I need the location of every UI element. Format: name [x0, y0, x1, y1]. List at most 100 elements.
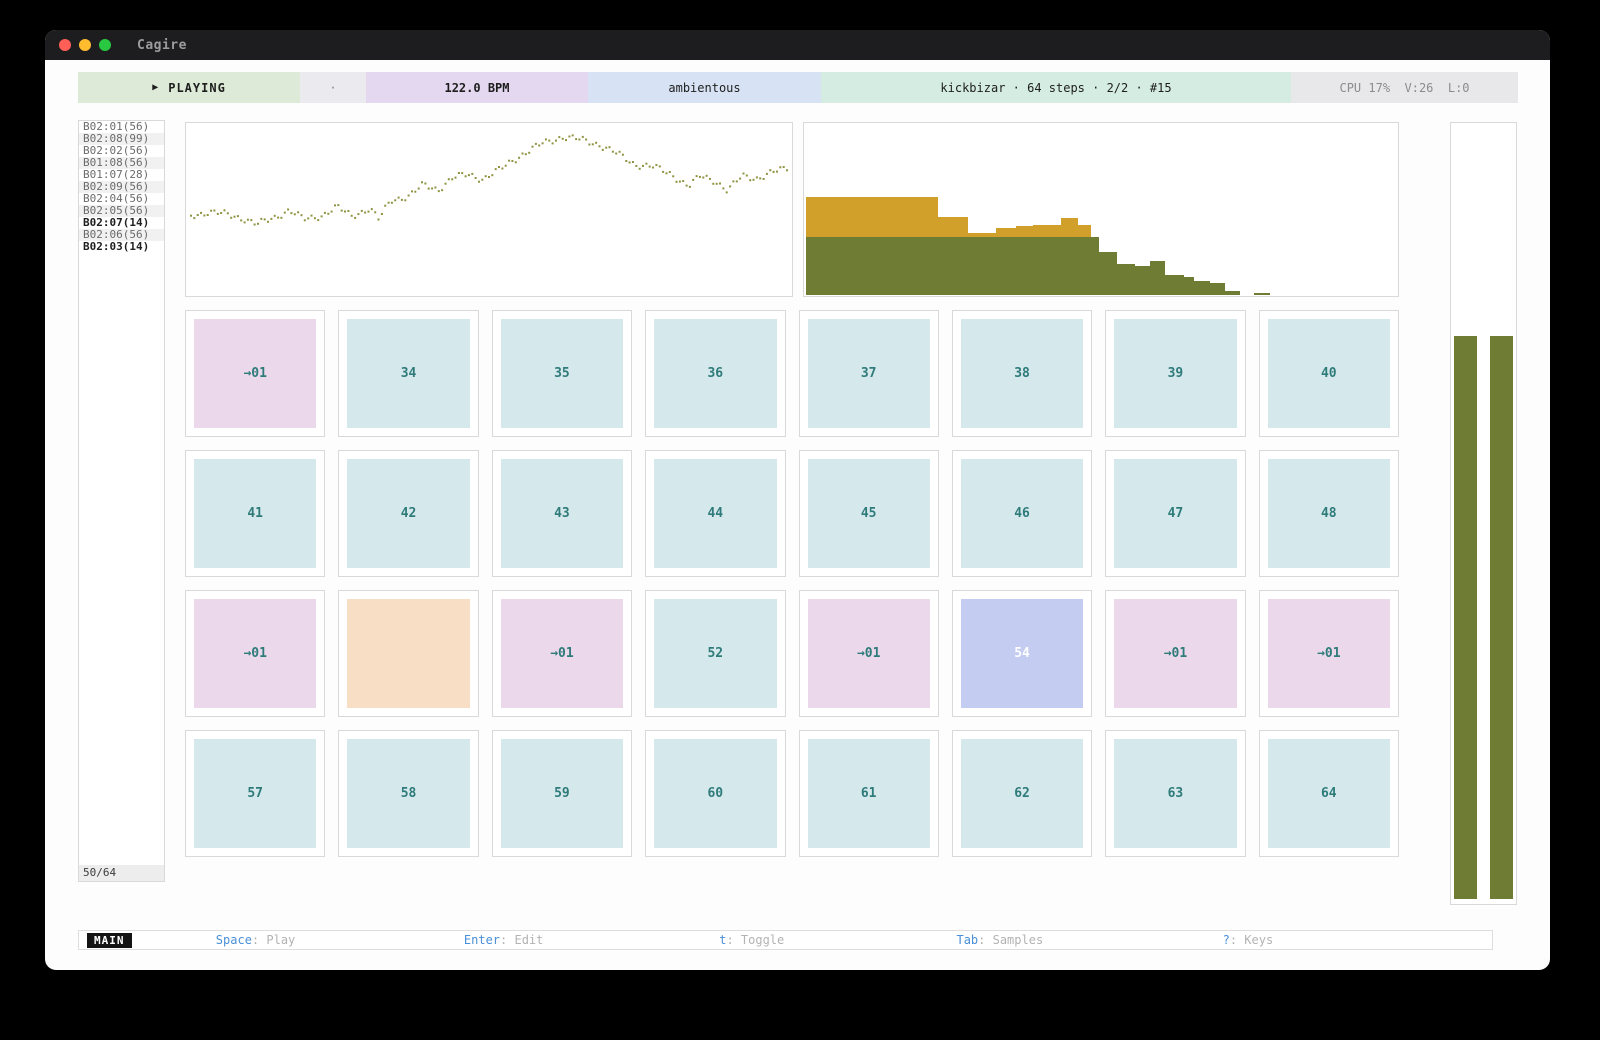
pad-cell-63[interactable]: 63: [1105, 730, 1245, 857]
pad-cell-35[interactable]: 35: [492, 310, 632, 437]
spectrum-bar: [996, 122, 1016, 295]
mode-badge: MAIN: [87, 933, 132, 948]
pad-cell-54[interactable]: 54: [952, 590, 1092, 717]
pad-cell-36[interactable]: 36: [645, 310, 785, 437]
spectrum-bar: [1117, 122, 1135, 295]
bpm-display[interactable]: 122.0 BPM: [366, 72, 588, 103]
spectrum-bar: [1078, 122, 1091, 295]
pad-label: 52: [654, 599, 776, 708]
spectrum-bar: [968, 122, 996, 295]
pad-cell-60[interactable]: 60: [645, 730, 785, 857]
key-hint-keys: ?: Keys: [1124, 933, 1372, 947]
spectrum-bar: [1091, 122, 1099, 295]
system-stats: CPU 17% V:26 L:0: [1291, 72, 1518, 103]
spectrum-bar: [1210, 122, 1225, 295]
pad-cell-41[interactable]: 41: [185, 450, 325, 577]
sample-count: 50/64: [79, 865, 164, 881]
pad-cell-38[interactable]: 38: [952, 310, 1092, 437]
pad-label: 64: [1268, 739, 1390, 848]
pad-label: 35: [501, 319, 623, 428]
pad-cell-45[interactable]: 45: [799, 450, 939, 577]
pad-cell-44[interactable]: 44: [645, 450, 785, 577]
play-icon: ▶: [152, 82, 159, 93]
pad-label: 60: [654, 739, 776, 848]
pad-label: 38: [961, 319, 1083, 428]
maximize-icon[interactable]: [99, 39, 111, 51]
pad-cell-47[interactable]: 47: [1105, 450, 1245, 577]
pad-cell-57[interactable]: 57: [185, 730, 325, 857]
pad-cell-58[interactable]: 58: [338, 730, 478, 857]
pad-cell-59[interactable]: 59: [492, 730, 632, 857]
pad-label: [347, 599, 469, 708]
pad-cell-55[interactable]: →01: [1105, 590, 1245, 717]
close-icon[interactable]: [59, 39, 71, 51]
pad-label: 48: [1268, 459, 1390, 568]
pad-cell-39[interactable]: 39: [1105, 310, 1245, 437]
pad-cell-49[interactable]: →01: [185, 590, 325, 717]
project-name[interactable]: ambientous: [588, 72, 821, 103]
window-title: Cagire: [137, 38, 187, 53]
pad-cell-62[interactable]: 62: [952, 730, 1092, 857]
status-bar: MAIN Space: PlayEnter: Editt: ToggleTab:…: [78, 930, 1493, 950]
pad-cell-52[interactable]: 52: [645, 590, 785, 717]
pad-cell-42[interactable]: 42: [338, 450, 478, 577]
pattern-info[interactable]: kickbizar · 64 steps · 2/2 · #15: [821, 72, 1291, 103]
pad-cell-51[interactable]: →01: [492, 590, 632, 717]
pad-cell-48[interactable]: 48: [1259, 450, 1399, 577]
pad-label: →01: [1114, 599, 1236, 708]
spectrum-panel: [803, 122, 1399, 297]
spectrum-bar: [1225, 122, 1240, 295]
sample-list-item[interactable]: B02:03(14): [79, 241, 164, 253]
pad-label: →01: [501, 599, 623, 708]
pad-cell-56[interactable]: →01: [1259, 590, 1399, 717]
pad-cell-46[interactable]: 46: [952, 450, 1092, 577]
spectrum-bar: [1061, 122, 1078, 295]
pad-label: 45: [808, 459, 930, 568]
key-hint-edit: Enter: Edit: [380, 933, 628, 947]
pad-cell-50[interactable]: [338, 590, 478, 717]
spectrum-bar: [1194, 122, 1210, 295]
pad-label: 57: [194, 739, 316, 848]
waveform-scatter-chart: [186, 123, 792, 296]
pad-label: 63: [1114, 739, 1236, 848]
pad-label: 54: [961, 599, 1083, 708]
meter-bar-right: [1490, 336, 1513, 899]
pad-cell-43[interactable]: 43: [492, 450, 632, 577]
spectrum-bar: [1135, 122, 1150, 295]
pad-cell-53[interactable]: →01: [799, 590, 939, 717]
key-hint-samples: Tab: Samples: [876, 933, 1124, 947]
spectrum-bar: [1016, 122, 1033, 295]
pad-label: 42: [347, 459, 469, 568]
sample-list: B02:01(56)B02:08(99)B02:02(56)B01:08(56)…: [79, 121, 164, 253]
pad-label: 34: [347, 319, 469, 428]
pad-label: 43: [501, 459, 623, 568]
spectrum-bar: [1240, 122, 1254, 295]
pad-cell-64[interactable]: 64: [1259, 730, 1399, 857]
pad-cell-37[interactable]: 37: [799, 310, 939, 437]
separator-segment: ·: [300, 72, 366, 103]
pad-label: 62: [961, 739, 1083, 848]
spectrum-bar: [938, 122, 968, 295]
pad-label: 37: [808, 319, 930, 428]
pad-cell-34[interactable]: 34: [338, 310, 478, 437]
pad-cell-61[interactable]: 61: [799, 730, 939, 857]
titlebar: Cagire: [45, 30, 1550, 60]
minimize-icon[interactable]: [79, 39, 91, 51]
pad-label: →01: [194, 319, 316, 428]
pad-label: 39: [1114, 319, 1236, 428]
pad-label: 44: [654, 459, 776, 568]
spectrum-bar: [806, 122, 938, 295]
waveform-panel: [185, 122, 793, 297]
pad-label: →01: [194, 599, 316, 708]
spectrum-bar: [1150, 122, 1165, 295]
pad-label: 58: [347, 739, 469, 848]
pad-label: 47: [1114, 459, 1236, 568]
spectrum-bar: [1165, 122, 1184, 295]
pad-cell-33[interactable]: →01: [185, 310, 325, 437]
pad-cell-40[interactable]: 40: [1259, 310, 1399, 437]
level-meter-panel: [1450, 122, 1517, 905]
transport-status[interactable]: ▶PLAYING: [78, 72, 300, 103]
sample-list-panel: B02:01(56)B02:08(99)B02:02(56)B01:08(56)…: [78, 120, 165, 882]
meter-bar-left: [1454, 336, 1477, 899]
pad-label: 61: [808, 739, 930, 848]
